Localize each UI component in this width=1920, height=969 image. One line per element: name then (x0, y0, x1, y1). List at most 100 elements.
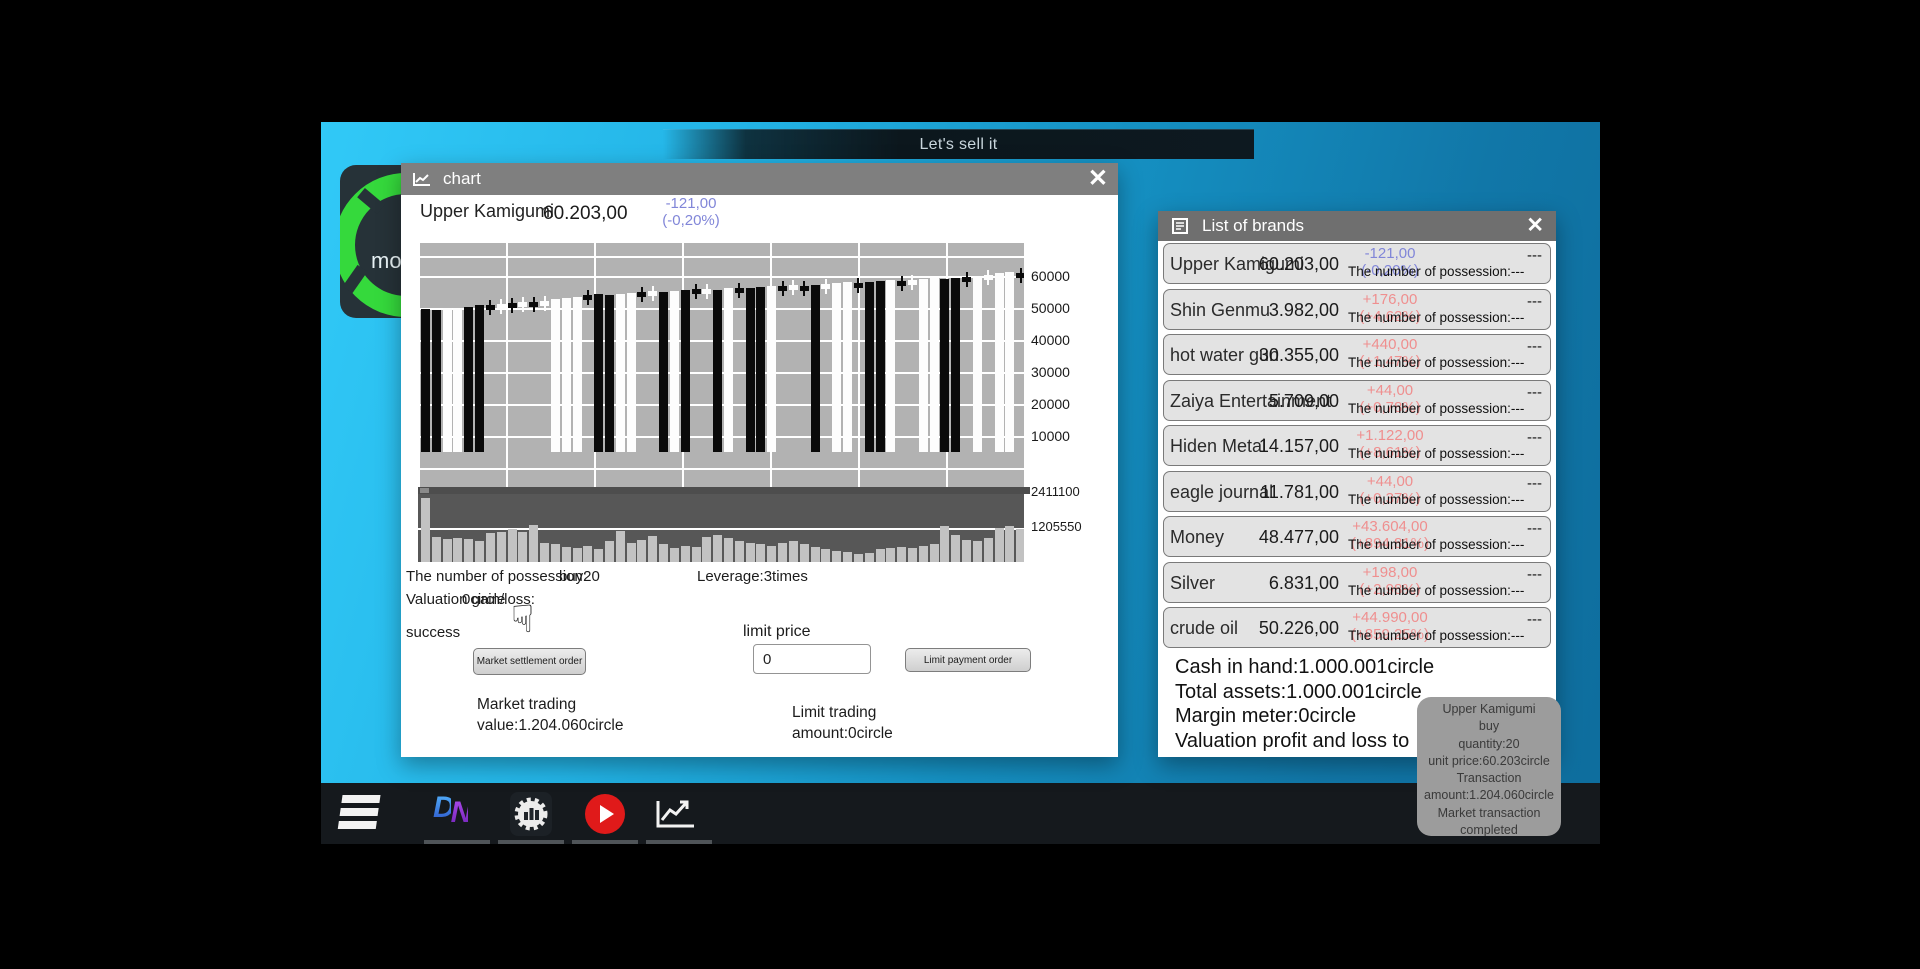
brand-row-zaiya-entertainment[interactable]: Zaiya Entertainment5.709,00+44,00(+0,78%… (1163, 380, 1551, 421)
brand-holding-dashes: --- (1527, 338, 1542, 355)
volume-bar (800, 544, 809, 562)
brand-holding-dashes: --- (1527, 429, 1542, 446)
play-icon (600, 805, 614, 823)
volume-bar (843, 552, 852, 562)
volume-bar (692, 547, 701, 562)
volume-bar (637, 540, 646, 562)
brand-change: +198,00 (1334, 564, 1446, 581)
candle-white (821, 284, 830, 289)
candle-white (702, 289, 711, 294)
taskbar: DN (321, 783, 1600, 844)
market-settlement-order-button[interactable]: Market settlement order (473, 648, 586, 675)
limit-price-input[interactable] (753, 644, 871, 674)
volume-bar (497, 532, 506, 562)
candle-tall-black (659, 292, 668, 452)
volume-bar (951, 535, 960, 562)
candle-tall-white (551, 299, 560, 452)
candle-tall-white (627, 293, 636, 452)
brand-price: 30.355,00 (1259, 345, 1339, 366)
brand-row-shin-genmu[interactable]: Shin Genmu3.982,00+176,00(+4,62%)The num… (1163, 289, 1551, 330)
account-summary: Cash in hand:1.000.001circleTotal assets… (1175, 655, 1434, 753)
volume-bar (1016, 529, 1024, 562)
volume-bar (746, 543, 755, 562)
volume-bar (897, 547, 906, 562)
chart-window-titlebar[interactable]: chart ✕ (401, 163, 1118, 195)
stock-price: 60.203,00 (543, 203, 628, 225)
price-axis-label: 10000 (1031, 428, 1070, 444)
price-axis-label: 50000 (1031, 300, 1070, 316)
candle-black (854, 283, 863, 288)
candle-black (800, 286, 809, 291)
candle-tall-black (594, 294, 603, 452)
brand-change: +43.604,00 (1334, 518, 1446, 535)
chart-scrollbar-thumb[interactable] (420, 488, 429, 493)
stock-name: Upper Kamigumi (420, 201, 554, 222)
candlestick-chart[interactable] (418, 243, 1024, 487)
volume-bar (616, 531, 625, 562)
brand-name: Hiden Metal (1170, 436, 1266, 457)
dn-app-icon[interactable]: DN (433, 791, 468, 825)
volume-bar (811, 547, 820, 562)
volume-bar (443, 539, 452, 562)
candle-tall-white (973, 276, 982, 452)
candle-tall-black (951, 278, 960, 452)
volume-bar (529, 525, 538, 562)
toast-line: Transaction (1417, 770, 1561, 787)
chart-window-title: chart (443, 169, 481, 189)
chart-app-icon[interactable] (655, 798, 697, 835)
status-text: success (406, 624, 460, 641)
brand-row-crude-oil[interactable]: crude oil50.226,00+44.990,00(+859,25%)Th… (1163, 607, 1551, 648)
candle-tall-white (670, 291, 679, 452)
open-app-indicator (572, 840, 638, 844)
brand-row-hot-water-gun[interactable]: hot water gun30.355,00+440,00(+1,47%)The… (1163, 334, 1551, 375)
brand-holding-dashes: --- (1527, 247, 1542, 264)
volume-bar (648, 536, 657, 562)
open-app-indicator (424, 840, 490, 844)
brand-row-hiden-metal[interactable]: Hiden Metal14.157,00+1.122,00(+8,61%)The… (1163, 425, 1551, 466)
candle-black (508, 303, 517, 308)
volume-bar (876, 549, 885, 562)
volume-bar (670, 548, 679, 562)
brand-row-eagle-journal[interactable]: eagle journal11.781,00+44,00(+0,37%)The … (1163, 471, 1551, 512)
price-axis-label: 20000 (1031, 396, 1070, 412)
toast-line: quantity:20 (1417, 736, 1561, 753)
brand-change: +44,00 (1334, 473, 1446, 490)
candle-tall-white (616, 294, 625, 452)
candle-tall-white (562, 298, 571, 452)
brand-possession: The number of possession:--- (1348, 628, 1524, 643)
video-app-icon[interactable] (585, 794, 625, 834)
brand-row-silver[interactable]: Silver6.831,00+198,00(+2,98%)The number … (1163, 562, 1551, 603)
volume-bar (854, 554, 863, 562)
brand-change: +176,00 (1334, 291, 1446, 308)
candle-tall-black (713, 290, 722, 452)
volume-bar (605, 541, 614, 562)
volume-axis-label: 2411100 (1031, 484, 1080, 499)
chart-scrollbar[interactable] (418, 487, 1030, 494)
brand-row-upper-kamigumi[interactable]: Upper Kamigumi60.203,00-121,00(-0,20%)Th… (1163, 243, 1551, 284)
volume-bar (421, 498, 430, 562)
candle-white (497, 304, 506, 309)
price-axis-label: 40000 (1031, 332, 1070, 348)
brand-possession: The number of possession:--- (1348, 310, 1524, 325)
open-app-indicator (498, 840, 564, 844)
menu-icon[interactable] (337, 795, 382, 831)
volume-bar (562, 547, 571, 562)
volume-bar (756, 544, 765, 562)
market-app-icon[interactable] (510, 792, 552, 836)
limit-payment-order-button[interactable]: Limit payment order (905, 648, 1031, 672)
brand-possession: The number of possession:--- (1348, 401, 1524, 416)
brand-list-titlebar[interactable]: List of brands ✕ (1158, 211, 1556, 241)
candle-tall-white (919, 279, 928, 452)
candle-tall-white (767, 286, 776, 452)
volume-chart (418, 494, 1024, 562)
brand-change: +44.990,00 (1334, 609, 1446, 626)
candle-black (486, 305, 495, 310)
chart-window-close-button[interactable]: ✕ (1088, 165, 1108, 193)
candle-white (908, 280, 917, 285)
brand-name: crude oil (1170, 618, 1238, 639)
possession-overlay-value: buy20 (559, 568, 600, 585)
brand-list-close-button[interactable]: ✕ (1526, 212, 1544, 240)
brand-row-money[interactable]: Money48.477,00+43.604,00(+894,81%)The nu… (1163, 516, 1551, 557)
candle-tall-black (475, 305, 484, 452)
candle-black (897, 281, 906, 286)
